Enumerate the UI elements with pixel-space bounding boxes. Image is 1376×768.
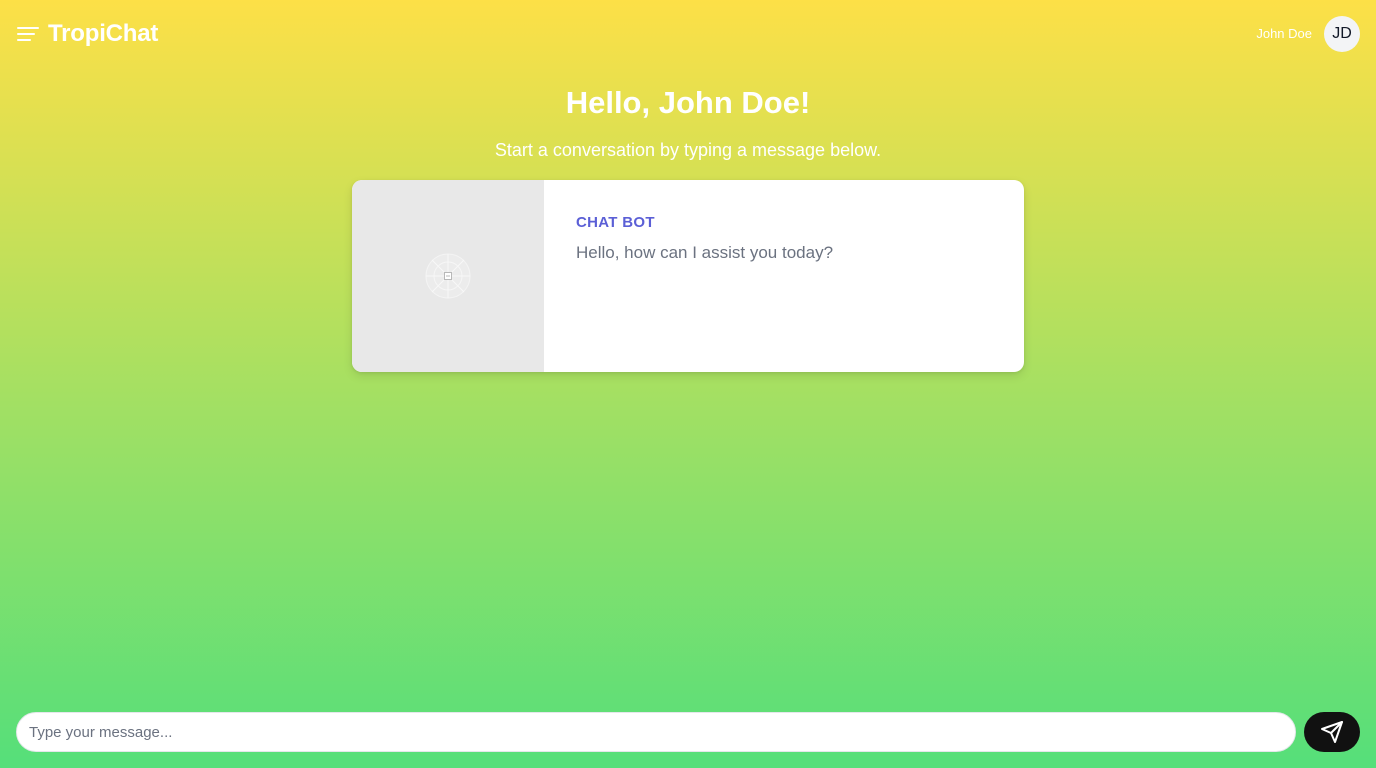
- user-name: John Doe: [1256, 26, 1312, 41]
- menu-button[interactable]: [16, 24, 40, 44]
- send-button[interactable]: [1304, 712, 1360, 752]
- message-input-container: [16, 712, 1296, 752]
- broken-image-icon: [425, 253, 471, 299]
- app-title: TropiChat: [48, 20, 159, 47]
- send-icon: [1321, 721, 1343, 743]
- chat-message-card: CHAT BOT Hello, how can I assist you tod…: [352, 180, 1024, 372]
- page-subtitle: Start a conversation by typing a message…: [494, 140, 882, 160]
- page-title: Hello, John Doe!: [565, 85, 811, 120]
- app-header: TropiChat John Doe JD: [0, 0, 1376, 68]
- card-message: Hello, how can I assist you today?: [576, 243, 834, 262]
- card-label: CHAT BOT: [576, 214, 655, 231]
- hamburger-menu-icon: [17, 27, 39, 41]
- card-image-placeholder: [352, 180, 544, 372]
- avatar[interactable]: JD: [1324, 16, 1360, 52]
- message-input[interactable]: [29, 713, 1279, 751]
